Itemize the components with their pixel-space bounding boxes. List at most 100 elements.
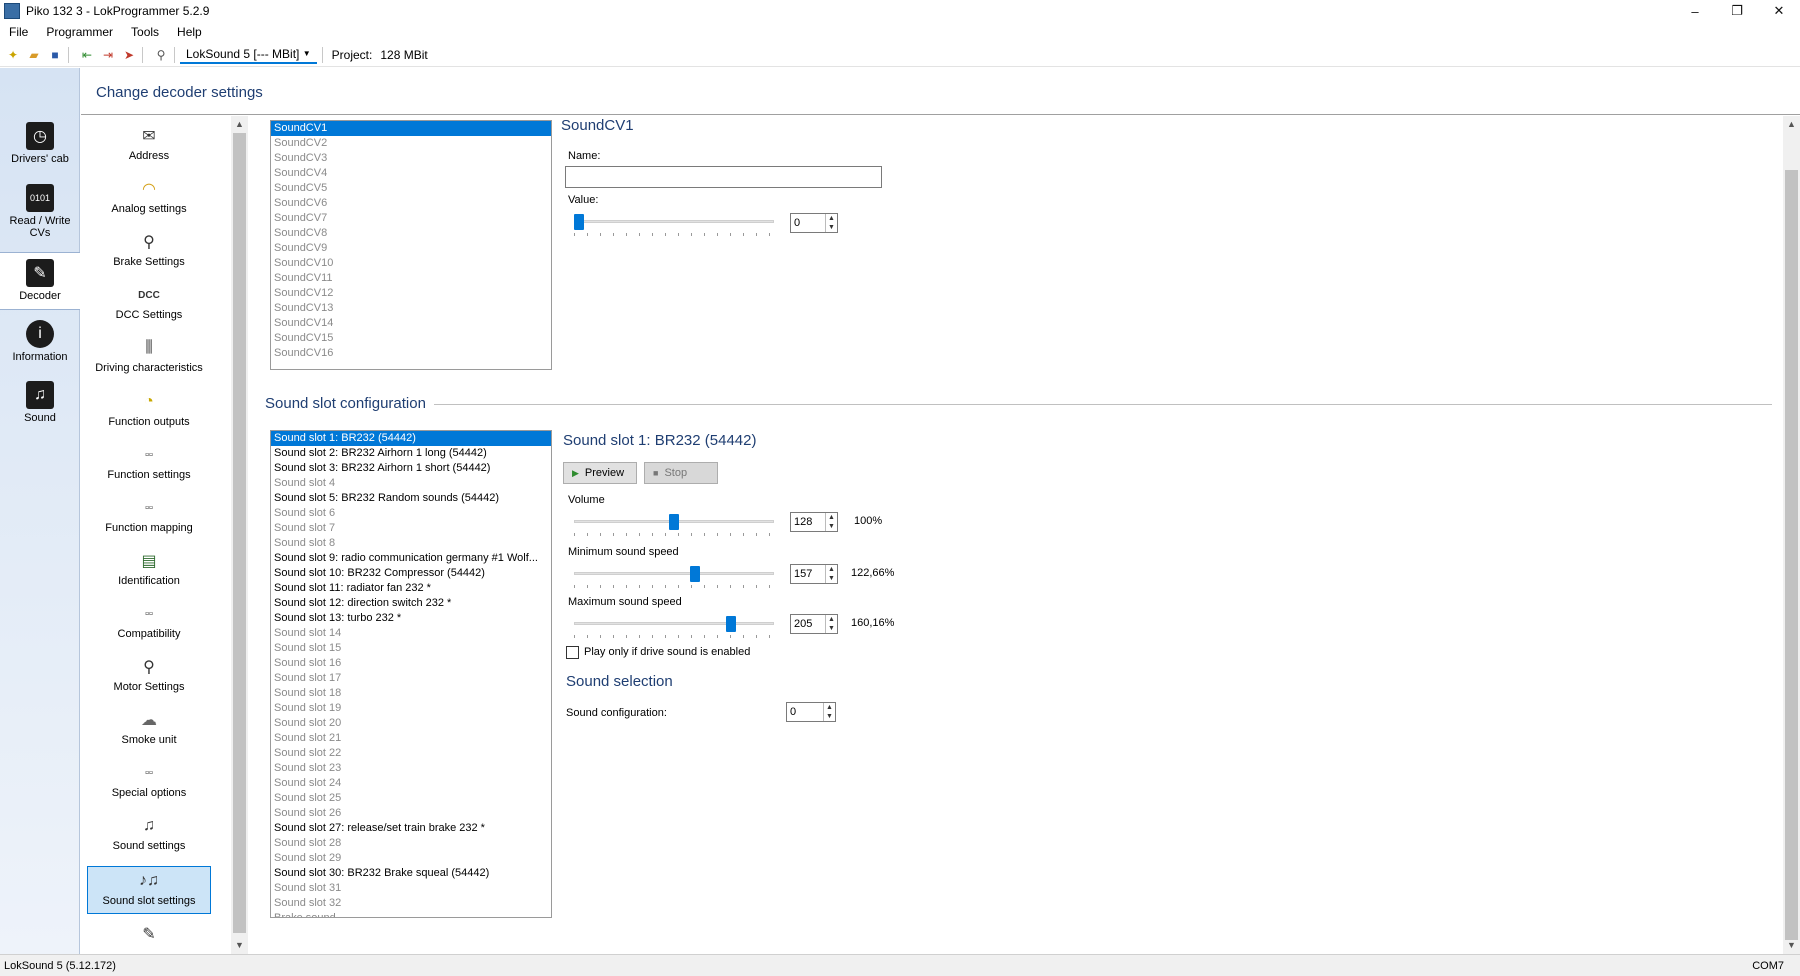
sound-slot-item[interactable]: Sound slot 3: BR232 Airhorn 1 short (544… [271, 461, 551, 476]
sound-slot-item[interactable]: Sound slot 27: release/set train brake 2… [271, 821, 551, 836]
maximize-button[interactable]: ❐ [1716, 0, 1758, 22]
play-only-checkbox[interactable] [566, 646, 579, 659]
programmer-icon[interactable]: ⚲ [153, 47, 169, 63]
sound-slot-item[interactable]: Sound slot 7 [271, 521, 551, 536]
soundcv-item[interactable]: SoundCV16 [271, 346, 551, 361]
sound-slot-item[interactable]: Sound slot 1: BR232 (54442) [271, 431, 551, 446]
volume-slider[interactable] [574, 514, 774, 536]
sound-slot-item[interactable]: Sound slot 20 [271, 716, 551, 731]
soundcv-item[interactable]: SoundCV9 [271, 241, 551, 256]
sound-slot-item[interactable]: Sound slot 4 [271, 476, 551, 491]
sound-slot-item[interactable]: Sound slot 24 [271, 776, 551, 791]
rail-decoder[interactable]: ✎ Decoder [0, 252, 80, 310]
scrollbar-thumb[interactable] [233, 133, 246, 933]
sound-slot-item[interactable]: Brake sound [271, 911, 551, 917]
value-slider[interactable] [574, 214, 774, 236]
write-decoder-icon[interactable]: ➤ [121, 47, 137, 63]
stop-button[interactable]: ■ Stop [644, 462, 718, 484]
setting-function-mapping[interactable]: ▫▫ Function mapping [87, 496, 211, 534]
setting-smoke[interactable]: ☁ Smoke unit [87, 708, 211, 746]
sound-slot-item[interactable]: Sound slot 13: turbo 232 * [271, 611, 551, 626]
soundcv-item[interactable]: SoundCV6 [271, 196, 551, 211]
min-speed-slider[interactable] [574, 566, 774, 588]
sound-config-spinner[interactable]: 0 ▲ ▼ [786, 702, 836, 722]
close-button[interactable]: ✕ [1758, 0, 1800, 22]
rail-information[interactable]: i Information [0, 320, 80, 363]
soundcv-item[interactable]: SoundCV14 [271, 316, 551, 331]
scroll-up-icon[interactable]: ▲ [231, 116, 248, 133]
slider-thumb[interactable] [669, 514, 679, 530]
setting-driving[interactable]: ⫼ Driving characteristics [87, 336, 211, 374]
decoder-combo[interactable]: LokSound 5 [--- MBit] ▼ [180, 46, 317, 64]
sound-slot-item[interactable]: Sound slot 8 [271, 536, 551, 551]
setting-address[interactable]: ✉ Address [87, 124, 211, 162]
sound-slot-item[interactable]: Sound slot 17 [271, 671, 551, 686]
sound-slot-item[interactable]: Sound slot 15 [271, 641, 551, 656]
preview-button[interactable]: ▶ Preview [563, 462, 637, 484]
min-speed-spinner[interactable]: 157 ▲ ▼ [790, 564, 838, 584]
scroll-down-icon[interactable]: ▼ [231, 937, 248, 954]
soundcv-item[interactable]: SoundCV7 [271, 211, 551, 226]
sound-slot-item[interactable]: Sound slot 26 [271, 806, 551, 821]
sound-slot-item[interactable]: Sound slot 31 [271, 881, 551, 896]
volume-spinner[interactable]: 128 ▲ ▼ [790, 512, 838, 532]
setting-special[interactable]: ▫▫ Special options [87, 761, 211, 799]
spin-arrows-icon[interactable]: ▲ ▼ [825, 615, 837, 633]
menu-tools[interactable]: Tools [122, 25, 168, 39]
sound-slot-list[interactable]: Sound slot 1: BR232 (54442) Sound slot 2:… [270, 430, 552, 918]
sound-slot-item[interactable]: Sound slot 5: BR232 Random sounds (54442… [271, 491, 551, 506]
sound-slot-item[interactable]: Sound slot 2: BR232 Airhorn 1 long (5444… [271, 446, 551, 461]
setting-analog[interactable]: ◠ Analog settings [87, 177, 211, 215]
save-icon[interactable]: ■ [47, 47, 63, 63]
export-icon[interactable]: ⇥ [100, 47, 116, 63]
soundcv-item[interactable]: SoundCV15 [271, 331, 551, 346]
scrollbar-thumb[interactable] [1785, 170, 1798, 940]
sound-slot-item[interactable]: Sound slot 22 [271, 746, 551, 761]
open-folder-icon[interactable]: ▰ [26, 47, 42, 63]
setting-sound[interactable]: ♫ Sound settings [87, 814, 211, 852]
setting-compatibility[interactable]: ▫▫ Compatibility [87, 602, 211, 640]
slider-thumb[interactable] [574, 214, 584, 230]
slider-thumb[interactable] [690, 566, 700, 582]
soundcv-item[interactable]: SoundCV4 [271, 166, 551, 181]
sound-slot-item[interactable]: Sound slot 32 [271, 896, 551, 911]
setting-brake[interactable]: ⚲ Brake Settings [87, 230, 211, 268]
soundcv-item[interactable]: SoundCV1 [271, 121, 551, 136]
soundcv-item[interactable]: SoundCV12 [271, 286, 551, 301]
setting-function-outputs[interactable]: ◔ Function outputs [87, 390, 211, 428]
scroll-down-icon[interactable]: ▼ [1783, 937, 1800, 954]
menu-help[interactable]: Help [168, 25, 211, 39]
menu-programmer[interactable]: Programmer [37, 25, 122, 39]
spin-arrows-icon[interactable]: ▲ ▼ [825, 565, 837, 583]
soundcv-item[interactable]: SoundCV2 [271, 136, 551, 151]
slider-thumb[interactable] [726, 616, 736, 632]
spin-arrows-icon[interactable]: ▲ ▼ [825, 214, 837, 232]
sound-slot-item[interactable]: Sound slot 29 [271, 851, 551, 866]
setting-function-settings[interactable]: ▫▫ Function settings [87, 443, 211, 481]
sound-slot-item[interactable]: Sound slot 23 [271, 761, 551, 776]
sound-slot-item[interactable]: Sound slot 18 [271, 686, 551, 701]
sound-slot-item[interactable]: Sound slot 11: radiator fan 232 * [271, 581, 551, 596]
soundcv-item[interactable]: SoundCV8 [271, 226, 551, 241]
soundcv-item[interactable]: SoundCV11 [271, 271, 551, 286]
rail-sound[interactable]: ♫ Sound [0, 381, 80, 424]
setting-more[interactable]: ✎ [87, 922, 211, 948]
sound-slot-item[interactable]: Sound slot 9: radio communication german… [271, 551, 551, 566]
sound-slot-item[interactable]: Sound slot 16 [271, 656, 551, 671]
content-scrollbar[interactable]: ▲ ▼ [1783, 116, 1800, 954]
spin-arrows-icon[interactable]: ▲ ▼ [823, 703, 835, 721]
setting-motor[interactable]: ⚲ Motor Settings [87, 655, 211, 693]
soundcv-item[interactable]: SoundCV10 [271, 256, 551, 271]
sound-slot-item[interactable]: Sound slot 12: direction switch 232 * [271, 596, 551, 611]
new-file-icon[interactable]: ✦ [5, 47, 21, 63]
soundcv-item[interactable]: SoundCV3 [271, 151, 551, 166]
setting-dcc[interactable]: DCC DCC Settings [87, 283, 211, 322]
sound-slot-item[interactable]: Sound slot 6 [271, 506, 551, 521]
sound-slot-item[interactable]: Sound slot 30: BR232 Brake squeal (54442… [271, 866, 551, 881]
max-speed-slider[interactable] [574, 616, 774, 638]
soundcv-item[interactable]: SoundCV13 [271, 301, 551, 316]
setting-sound-slot[interactable]: ♪♫ Sound slot settings [87, 866, 211, 914]
spin-arrows-icon[interactable]: ▲ ▼ [825, 513, 837, 531]
setting-identification[interactable]: ▤ Identification [87, 549, 211, 587]
scroll-up-icon[interactable]: ▲ [1783, 116, 1800, 133]
